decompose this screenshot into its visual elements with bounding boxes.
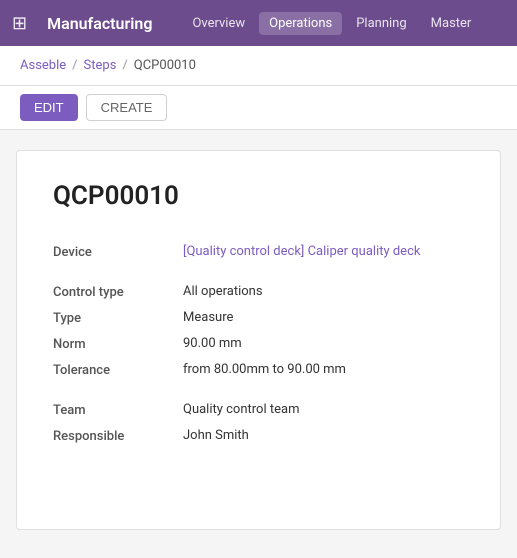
field-section: Device [Quality control deck] Caliper qu… <box>53 239 464 449</box>
brand-name: Manufacturing <box>47 14 152 33</box>
field-row-tolerance: Tolerance from 80.00mm to 90.00 mm <box>53 357 464 383</box>
field-row-type: Type Measure <box>53 305 464 331</box>
spacer-2 <box>53 383 464 397</box>
field-row-device: Device [Quality control deck] Caliper qu… <box>53 239 464 265</box>
action-bar: EDIT CREATE <box>0 86 517 130</box>
nav-link-overview[interactable]: Overview <box>182 12 255 35</box>
field-row-team: Team Quality control team <box>53 397 464 423</box>
team-value: Quality control team <box>183 402 464 417</box>
field-row-responsible: Responsible John Smith <box>53 423 464 449</box>
device-value[interactable]: [Quality control deck] Caliper quality d… <box>183 244 464 259</box>
breadcrumb-current: QCP00010 <box>134 58 196 73</box>
norm-label: Norm <box>53 336 183 352</box>
field-row-control-type: Control type All operations <box>53 279 464 305</box>
team-label: Team <box>53 402 183 418</box>
field-row-norm: Norm 90.00 mm <box>53 331 464 357</box>
tolerance-value: from 80.00mm to 90.00 mm <box>183 362 464 377</box>
responsible-label: Responsible <box>53 428 183 444</box>
norm-value: 90.00 mm <box>183 336 464 351</box>
device-label: Device <box>53 244 183 260</box>
responsible-value: John Smith <box>183 428 464 443</box>
create-button[interactable]: CREATE <box>86 94 168 121</box>
tolerance-label: Tolerance <box>53 362 183 378</box>
top-navigation: ⊞ Manufacturing Overview Operations Plan… <box>0 0 517 46</box>
type-label: Type <box>53 310 183 326</box>
nav-links: Overview Operations Planning Master <box>182 12 505 35</box>
edit-button[interactable]: EDIT <box>20 94 78 121</box>
record-title: QCP00010 <box>53 181 464 211</box>
nav-link-operations[interactable]: Operations <box>259 12 342 35</box>
breadcrumb-sep-1: / <box>72 58 77 73</box>
breadcrumb: Asseble / Steps / QCP00010 <box>0 46 517 86</box>
spacer-1 <box>53 265 464 279</box>
grid-icon[interactable]: ⊞ <box>12 13 27 34</box>
type-value: Measure <box>183 310 464 325</box>
breadcrumb-sep-2: / <box>122 58 127 73</box>
nav-link-planning[interactable]: Planning <box>346 12 416 35</box>
nav-link-master[interactable]: Master <box>421 12 482 35</box>
breadcrumb-root[interactable]: Asseble <box>20 58 66 73</box>
record-card: QCP00010 Device [Quality control deck] C… <box>16 150 501 530</box>
main-content: QCP00010 Device [Quality control deck] C… <box>0 130 517 550</box>
breadcrumb-middle[interactable]: Steps <box>84 58 117 73</box>
control-type-value: All operations <box>183 284 464 299</box>
control-type-label: Control type <box>53 284 183 300</box>
